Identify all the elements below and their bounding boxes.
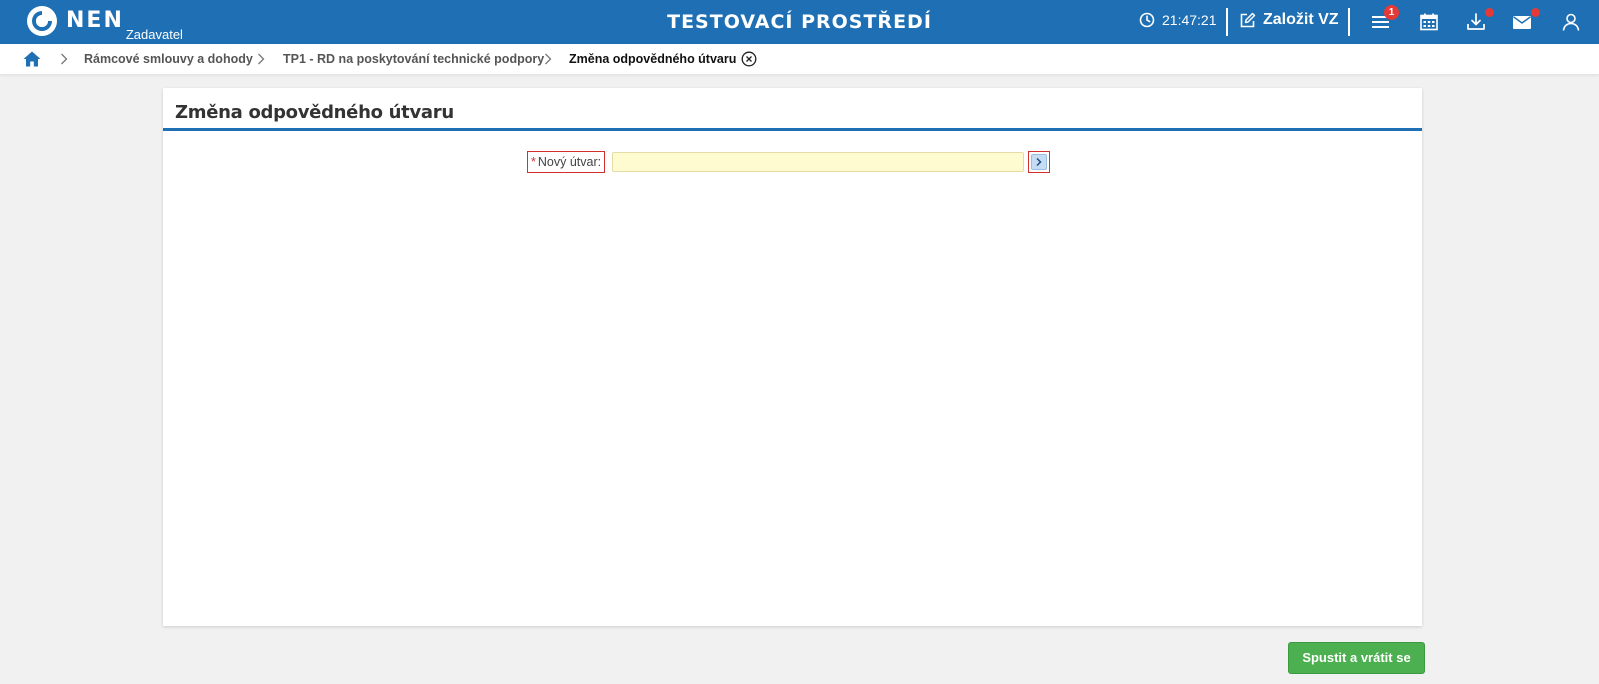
- mail-notification-dot: [1531, 8, 1540, 17]
- clock-icon: [1139, 12, 1155, 28]
- logo-subtext: Zadavatel: [125, 27, 183, 42]
- create-tender-button[interactable]: Založit VZ: [1239, 11, 1339, 29]
- new-department-row: * Nový útvar:: [163, 151, 1422, 173]
- panel-header: Změna odpovědného útvaru: [163, 88, 1422, 131]
- download-icon[interactable]: [1465, 11, 1487, 33]
- environment-title: TESTOVACÍ PROSTŘEDÍ: [0, 11, 1599, 33]
- download-notification-dot: [1485, 8, 1494, 17]
- department-picker-inner: [1031, 154, 1047, 170]
- chevron-right-icon: [258, 53, 265, 65]
- home-icon[interactable]: [22, 50, 42, 68]
- new-department-input[interactable]: [612, 152, 1024, 172]
- mail-icon[interactable]: [1511, 11, 1533, 33]
- required-marker: *: [531, 155, 536, 169]
- nen-logo-icon: [27, 6, 57, 36]
- breadcrumb-item-framework-agreements[interactable]: Rámcové smlouvy a dohody: [84, 52, 253, 66]
- create-tender-label: Založit VZ: [1263, 11, 1339, 28]
- menu-notification-badge: 1: [1384, 5, 1399, 20]
- clock-time: 21:47:21: [1162, 12, 1217, 28]
- breadcrumb-item-current: Změna odpovědného útvaru: [569, 52, 737, 66]
- chevron-right-icon: [1036, 157, 1042, 167]
- new-department-label: * Nový útvar:: [527, 151, 606, 173]
- header-divider: [1226, 8, 1228, 36]
- close-icon[interactable]: [741, 51, 757, 67]
- environment-title-text: TESTOVACÍ PROSTŘEDÍ: [667, 11, 932, 33]
- department-picker-button[interactable]: [1028, 151, 1050, 173]
- page-title: Změna odpovědného útvaru: [175, 102, 454, 123]
- run-and-return-button[interactable]: Spustit a vrátit se: [1288, 642, 1425, 674]
- calendar-icon[interactable]: [1418, 11, 1440, 33]
- chevron-right-icon: [61, 53, 68, 65]
- user-icon[interactable]: [1560, 11, 1582, 33]
- new-department-label-text: Nový útvar:: [537, 155, 602, 169]
- form-panel: Změna odpovědného útvaru * Nový útvar:: [163, 88, 1422, 626]
- header-divider: [1348, 8, 1350, 36]
- logo[interactable]: NEN Zadavatel: [26, 5, 183, 42]
- top-bar: NEN Zadavatel TESTOVACÍ PROSTŘEDÍ 21:47:…: [0, 0, 1599, 44]
- breadcrumb: Rámcové smlouvy a dohody TP1 - RD na pos…: [0, 44, 1599, 75]
- chevron-right-icon: [545, 53, 552, 65]
- breadcrumb-item-agreement-detail[interactable]: TP1 - RD na poskytování technické podpor…: [283, 52, 544, 66]
- edit-icon: [1240, 12, 1256, 27]
- session-clock: 21:47:21: [1139, 12, 1217, 28]
- logo-text: NEN: [66, 8, 124, 33]
